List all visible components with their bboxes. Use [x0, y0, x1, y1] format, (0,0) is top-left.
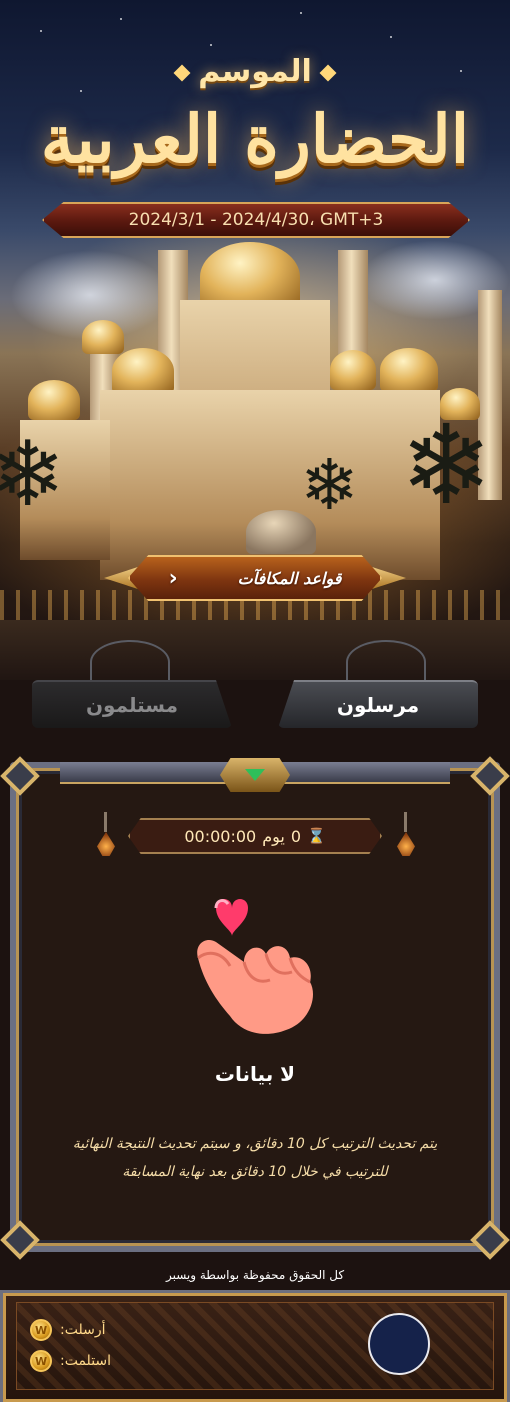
- tab-senders[interactable]: مرسلون: [278, 680, 478, 728]
- sent-label: أرسلت:: [60, 1322, 106, 1338]
- tab-ornament: [90, 640, 170, 684]
- gem-icon: [245, 769, 265, 781]
- tab-senders-label: مرسلون: [336, 693, 420, 717]
- tab-receivers[interactable]: مستلمون: [32, 680, 232, 728]
- season-label: الموسم: [0, 54, 510, 89]
- rewards-rules-button[interactable]: قواعد المكافآت ‹: [128, 555, 382, 601]
- timer-days-value: 0: [290, 826, 301, 846]
- hourglass-icon: ⌛: [307, 827, 326, 845]
- lantern-icon: [92, 812, 120, 862]
- palace-illustration: ❄ ❄ ❄: [0, 230, 510, 680]
- diamond-icon: [319, 64, 337, 81]
- empty-state-title: لا بيانات: [214, 1062, 296, 1086]
- avatar[interactable]: [368, 1313, 430, 1375]
- gem-ornament: [220, 758, 290, 792]
- copyright-text: كل الحقوق محفوظة بواسطة ويسبر: [165, 1268, 345, 1282]
- coin-icon: W: [30, 1319, 52, 1341]
- countdown-timer: ⌛ 0 يوم 00:00:00: [128, 818, 382, 854]
- heart-hand-icon: [197, 899, 313, 1034]
- lantern-icon: [392, 812, 420, 862]
- received-label: استلمت:: [60, 1353, 112, 1369]
- rewards-rules-label: قواعد المكافآت: [237, 568, 342, 588]
- sent-row: أرسلت: W: [30, 1318, 105, 1342]
- ranking-update-note: يتم تحديث الترتيب كل 10 دقائق، و سيتم تح…: [72, 1136, 438, 1180]
- chevron-left-icon: ‹: [168, 565, 178, 591]
- received-row: استلمت: W: [30, 1349, 111, 1373]
- tab-receivers-label: مستلمون: [85, 693, 179, 717]
- tab-ornament: [346, 640, 426, 684]
- coin-icon: W: [30, 1350, 52, 1372]
- timer-clock: 00:00:00: [184, 826, 257, 846]
- timer-days-unit: يوم: [262, 826, 285, 846]
- date-range: 2024/3/1 - 2024/4/30، GMT+3: [42, 202, 470, 238]
- diamond-icon: [173, 64, 191, 81]
- event-title: الحضارة العربية: [40, 100, 470, 178]
